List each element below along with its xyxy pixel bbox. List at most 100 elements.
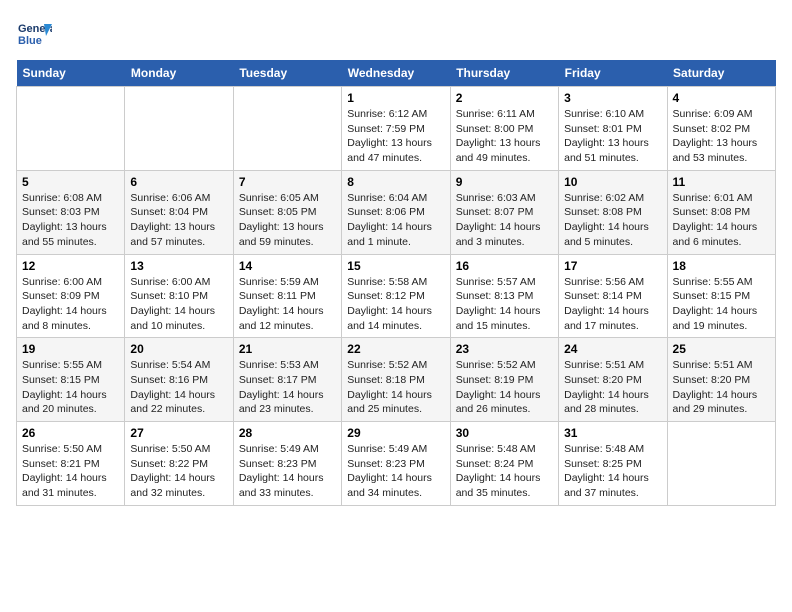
day-info-line: and 22 minutes.	[130, 402, 227, 417]
day-cell-12: 12Sunrise: 6:00 AMSunset: 8:09 PMDayligh…	[17, 254, 125, 338]
day-number: 9	[456, 175, 553, 189]
day-info-line: Sunset: 8:10 PM	[130, 289, 227, 304]
day-cell-23: 23Sunrise: 5:52 AMSunset: 8:19 PMDayligh…	[450, 338, 558, 422]
day-cell-21: 21Sunrise: 5:53 AMSunset: 8:17 PMDayligh…	[233, 338, 341, 422]
day-cell-3: 3Sunrise: 6:10 AMSunset: 8:01 PMDaylight…	[559, 87, 667, 171]
day-number: 8	[347, 175, 444, 189]
day-info-line: Sunset: 8:25 PM	[564, 457, 661, 472]
day-info-line: Sunset: 8:03 PM	[22, 205, 119, 220]
day-info-line: and 15 minutes.	[456, 319, 553, 334]
day-info-line: and 26 minutes.	[456, 402, 553, 417]
day-info-line: Sunset: 8:08 PM	[673, 205, 770, 220]
logo-icon: General Blue	[16, 16, 52, 52]
day-info-line: Daylight: 14 hours	[564, 220, 661, 235]
day-number: 1	[347, 91, 444, 105]
day-info-line: and 5 minutes.	[564, 235, 661, 250]
day-info-line: Sunrise: 5:56 AM	[564, 275, 661, 290]
day-number: 16	[456, 259, 553, 273]
day-info-line: Sunset: 8:20 PM	[564, 373, 661, 388]
day-info-line: Daylight: 14 hours	[564, 471, 661, 486]
day-info-line: Sunrise: 5:51 AM	[673, 358, 770, 373]
day-cell-7: 7Sunrise: 6:05 AMSunset: 8:05 PMDaylight…	[233, 170, 341, 254]
day-info-line: and 8 minutes.	[22, 319, 119, 334]
day-info-line: Sunset: 8:01 PM	[564, 122, 661, 137]
day-number: 29	[347, 426, 444, 440]
day-cell-2: 2Sunrise: 6:11 AMSunset: 8:00 PMDaylight…	[450, 87, 558, 171]
day-number: 4	[673, 91, 770, 105]
day-info-line: Daylight: 14 hours	[347, 304, 444, 319]
day-info-line: Sunset: 8:06 PM	[347, 205, 444, 220]
day-cell-31: 31Sunrise: 5:48 AMSunset: 8:25 PMDayligh…	[559, 422, 667, 506]
weekday-header-saturday: Saturday	[667, 60, 775, 87]
day-info-line: and 51 minutes.	[564, 151, 661, 166]
day-info-line: Sunrise: 5:58 AM	[347, 275, 444, 290]
day-info-line: and 34 minutes.	[347, 486, 444, 501]
day-info-line: Daylight: 14 hours	[347, 388, 444, 403]
day-info-line: Daylight: 14 hours	[22, 471, 119, 486]
day-info-line: Sunset: 8:23 PM	[239, 457, 336, 472]
day-info-line: Daylight: 14 hours	[456, 388, 553, 403]
day-number: 17	[564, 259, 661, 273]
day-info-line: Sunset: 8:14 PM	[564, 289, 661, 304]
day-number: 10	[564, 175, 661, 189]
day-cell-25: 25Sunrise: 5:51 AMSunset: 8:20 PMDayligh…	[667, 338, 775, 422]
day-info-line: and 29 minutes.	[673, 402, 770, 417]
day-number: 3	[564, 91, 661, 105]
day-info-line: and 14 minutes.	[347, 319, 444, 334]
day-info-line: and 1 minute.	[347, 235, 444, 250]
day-info-line: Daylight: 14 hours	[347, 471, 444, 486]
day-info-line: Sunrise: 5:55 AM	[673, 275, 770, 290]
day-cell-6: 6Sunrise: 6:06 AMSunset: 8:04 PMDaylight…	[125, 170, 233, 254]
day-info-line: and 17 minutes.	[564, 319, 661, 334]
day-info-line: and 20 minutes.	[22, 402, 119, 417]
day-info-line: and 55 minutes.	[22, 235, 119, 250]
day-number: 25	[673, 342, 770, 356]
day-cell-10: 10Sunrise: 6:02 AMSunset: 8:08 PMDayligh…	[559, 170, 667, 254]
day-info-line: and 49 minutes.	[456, 151, 553, 166]
svg-text:Blue: Blue	[18, 35, 42, 47]
day-cell-19: 19Sunrise: 5:55 AMSunset: 8:15 PMDayligh…	[17, 338, 125, 422]
day-info-line: and 3 minutes.	[456, 235, 553, 250]
day-info-line: Sunrise: 5:57 AM	[456, 275, 553, 290]
day-info-line: Sunrise: 5:52 AM	[347, 358, 444, 373]
day-info-line: and 10 minutes.	[130, 319, 227, 334]
day-info-line: Daylight: 13 hours	[239, 220, 336, 235]
day-info-line: Daylight: 14 hours	[239, 471, 336, 486]
day-info-line: Sunset: 8:18 PM	[347, 373, 444, 388]
day-info-line: and 28 minutes.	[564, 402, 661, 417]
day-info-line: Sunset: 8:02 PM	[673, 122, 770, 137]
day-info-line: Sunset: 8:19 PM	[456, 373, 553, 388]
day-info-line: Sunrise: 5:54 AM	[130, 358, 227, 373]
day-cell-14: 14Sunrise: 5:59 AMSunset: 8:11 PMDayligh…	[233, 254, 341, 338]
day-info-line: Sunrise: 5:49 AM	[347, 442, 444, 457]
empty-cell	[125, 87, 233, 171]
day-info-line: Sunrise: 5:50 AM	[130, 442, 227, 457]
day-info-line: Daylight: 14 hours	[673, 220, 770, 235]
weekday-header-friday: Friday	[559, 60, 667, 87]
day-info-line: Sunset: 8:22 PM	[130, 457, 227, 472]
day-info-line: Daylight: 14 hours	[130, 471, 227, 486]
day-info-line: and 31 minutes.	[22, 486, 119, 501]
day-cell-18: 18Sunrise: 5:55 AMSunset: 8:15 PMDayligh…	[667, 254, 775, 338]
day-info-line: Sunrise: 6:09 AM	[673, 107, 770, 122]
day-info-line: and 23 minutes.	[239, 402, 336, 417]
day-info-line: Sunrise: 5:55 AM	[22, 358, 119, 373]
day-number: 11	[673, 175, 770, 189]
day-info-line: Sunset: 8:15 PM	[673, 289, 770, 304]
day-info-line: and 32 minutes.	[130, 486, 227, 501]
day-number: 18	[673, 259, 770, 273]
day-info-line: Sunrise: 5:52 AM	[456, 358, 553, 373]
day-number: 31	[564, 426, 661, 440]
empty-cell	[17, 87, 125, 171]
day-info-line: Sunrise: 6:05 AM	[239, 191, 336, 206]
day-info-line: Sunrise: 6:00 AM	[130, 275, 227, 290]
day-info-line: and 35 minutes.	[456, 486, 553, 501]
day-info-line: and 19 minutes.	[673, 319, 770, 334]
logo: General Blue	[16, 16, 52, 52]
week-row-1: 5Sunrise: 6:08 AMSunset: 8:03 PMDaylight…	[17, 170, 776, 254]
day-cell-24: 24Sunrise: 5:51 AMSunset: 8:20 PMDayligh…	[559, 338, 667, 422]
day-cell-20: 20Sunrise: 5:54 AMSunset: 8:16 PMDayligh…	[125, 338, 233, 422]
day-cell-22: 22Sunrise: 5:52 AMSunset: 8:18 PMDayligh…	[342, 338, 450, 422]
day-cell-27: 27Sunrise: 5:50 AMSunset: 8:22 PMDayligh…	[125, 422, 233, 506]
day-info-line: Sunset: 8:15 PM	[22, 373, 119, 388]
